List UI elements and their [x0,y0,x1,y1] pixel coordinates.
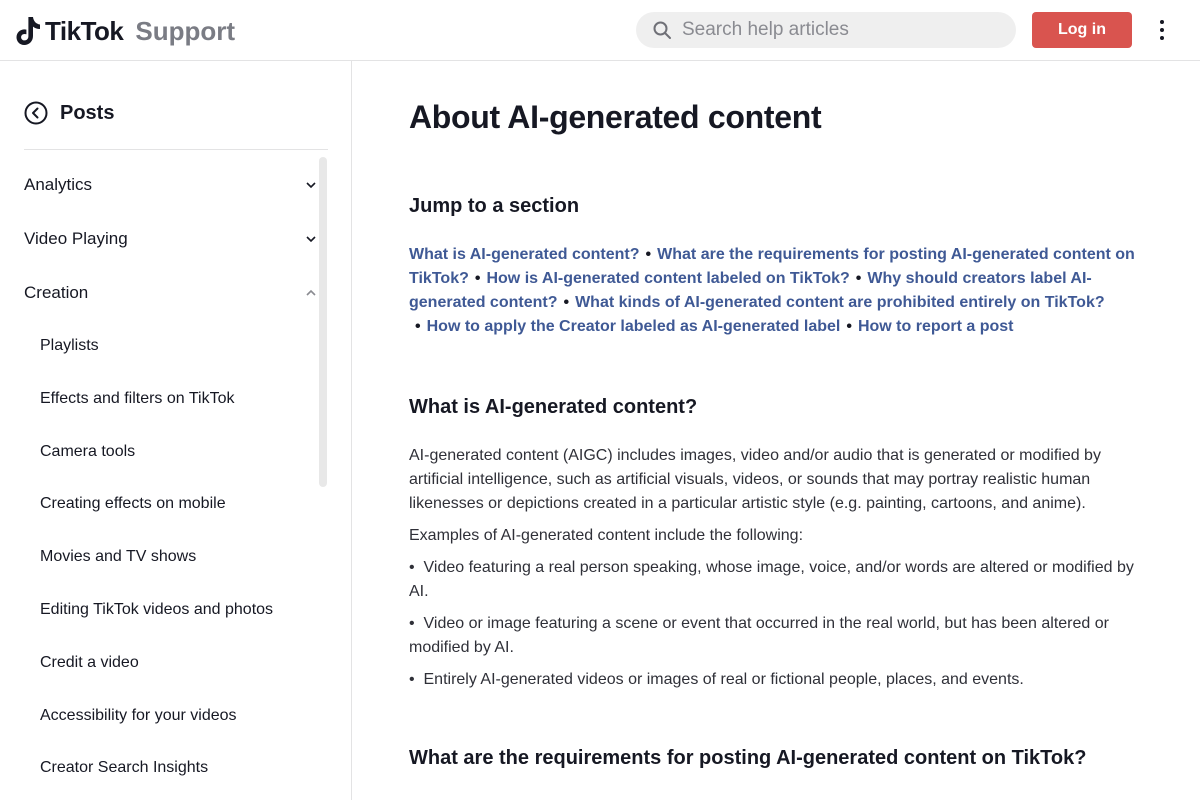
sidebar-subitem-accessibility[interactable]: Accessibility for your videos [40,704,237,728]
section-paragraph: AI-generated content (AIGC) includes ima… [409,447,1101,512]
jump-link[interactable]: What is AI-generated content? [409,246,640,263]
page-title: About AI-generated content [409,99,822,135]
list-item-text: Video featuring a real person speaking, … [409,559,1134,600]
list-item-text: Entirely AI-generated videos or images o… [423,671,1024,688]
examples-intro: Examples of AI-generated content include… [409,527,804,544]
article-content: About AI-generated content Jump to a sec… [352,61,1200,800]
sidebar-scrollbar[interactable] [319,157,327,487]
login-button[interactable]: Log in [1032,12,1132,48]
list-item: • Video featuring a real person speaking… [409,559,1134,600]
logo-text: TikTok [45,15,124,46]
tiktok-logo-icon [16,17,40,45]
search-icon [653,21,671,39]
sidebar-subitem-movies-tv[interactable]: Movies and TV shows [40,545,196,569]
jump-link[interactable]: How to apply the Creator labeled as AI-g… [427,318,841,335]
search-bar[interactable] [636,12,1016,48]
top-header: TikTok Support Log in [0,0,1200,61]
sidebar-item-label: Creation [24,283,89,302]
search-input[interactable] [682,19,1002,41]
jump-link[interactable]: What kinds of AI-generated content are p… [575,294,1105,311]
logo-subtitle: Support [135,15,236,46]
jump-link[interactable]: How is AI-generated content labeled on T… [486,270,849,287]
sidebar-item-video-playing[interactable]: Video Playing [24,224,318,254]
jump-link[interactable]: How to report a post [858,318,1014,335]
sidebar-item-creation[interactable]: Creation [24,278,318,308]
tiktok-support-logo[interactable]: TikTok Support [16,14,235,48]
jump-section-heading: Jump to a section [409,195,580,217]
sidebar-subitem-credit-video[interactable]: Credit a video [40,651,139,675]
sidebar-subitem-effects-filters[interactable]: Effects and filters on TikTok [40,387,234,411]
jump-links: What is AI-generated content? • What are t… [409,246,1135,335]
list-item: • Video or image featuring a scene or ev… [409,615,1109,656]
more-options-icon[interactable] [1150,16,1174,44]
back-to-posts-button[interactable]: Posts [24,101,114,125]
back-label: Posts [60,101,115,124]
sidebar-item-label: Video Playing [24,229,128,248]
chevron-down-icon [306,236,316,243]
sidebar-subitem-creating-effects[interactable]: Creating effects on mobile [40,492,226,516]
sidebar-subitem-camera-tools[interactable]: Camera tools [40,440,135,464]
section-heading: What are the requirements for posting AI… [409,747,1087,769]
sidebar-item-label: Analytics [24,175,93,194]
sidebar-divider [24,149,328,150]
list-item-text: Video or image featuring a scene or even… [409,615,1109,656]
list-item: • Entirely AI-generated videos or images… [409,671,1024,688]
sidebar-subitem-search-insights[interactable]: Creator Search Insights [40,756,208,780]
sidebar-item-analytics[interactable]: Analytics [24,170,318,200]
chevron-up-icon [306,289,316,296]
sidebar: Posts Analytics Video Playing Creation P… [0,61,352,800]
sidebar-subitem-playlists[interactable]: Playlists [40,334,99,358]
section-heading: What is AI-generated content? [409,396,698,418]
sidebar-subitem-editing-videos[interactable]: Editing TikTok videos and photos [40,598,273,622]
back-arrow-icon [24,101,48,125]
chevron-down-icon [306,182,316,189]
